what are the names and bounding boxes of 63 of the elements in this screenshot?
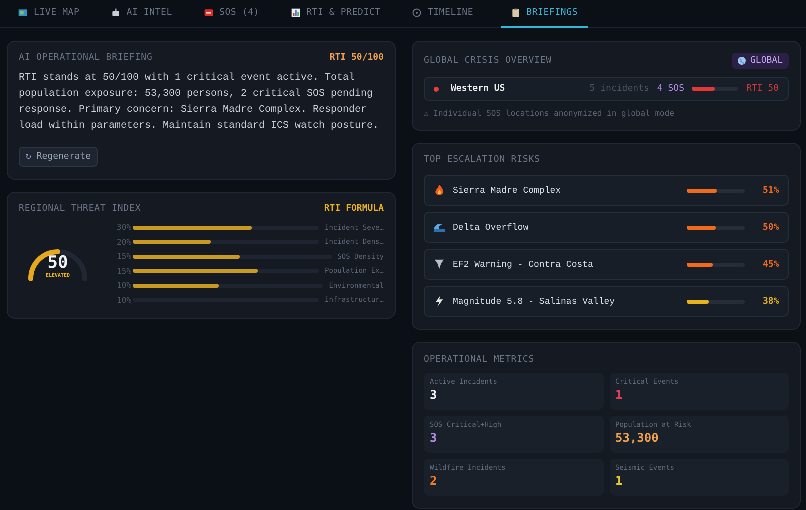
metric-value: 53,300: [616, 431, 660, 445]
card-title: TOP ESCALATION RISKS: [424, 155, 540, 165]
privacy-note: ⚠ Individual SOS locations anonymized in global mode: [424, 109, 676, 118]
global-badge: GLOBAL: [732, 53, 789, 69]
chart-icon: [290, 8, 301, 18]
factor-weight: 10%: [117, 296, 132, 305]
risk-bar: [687, 188, 745, 192]
incident-count: 5 incidents: [590, 84, 650, 94]
tab[interactable]: AI INTEL: [106, 0, 190, 28]
sos-icon: [204, 8, 214, 18]
risk-row[interactable]: Delta Overflow 50%: [424, 212, 789, 243]
rti-value: RTI 50: [746, 84, 779, 94]
card-title: GLOBAL CRISIS OVERVIEW: [424, 56, 552, 66]
risk-bar: [687, 262, 745, 266]
sos-count: 4 SOS: [657, 84, 684, 94]
flame-icon: [434, 185, 445, 196]
risk-row[interactable]: Sierra Madre Complex 51%: [424, 175, 789, 206]
clipboard-icon: [510, 8, 521, 18]
tornado-icon: [434, 259, 445, 270]
gauge-value: 50: [46, 254, 70, 272]
region-name: Western US: [451, 84, 506, 94]
globe-icon: [738, 57, 746, 65]
briefing-text: RTI stands at 50/100 with 1 critical event active. Total population exposure: 53,300 persons, 2 critical SOS pending response. Primary concern: Sierra Madre Complex. Responder load within parameters. Maintain standard ICS watch posture.: [19, 72, 380, 134]
metric-value: 3: [430, 431, 438, 445]
metric-value: 1: [616, 474, 624, 488]
region-row[interactable]: Western US 5 incidents 4 SOS RTI 50: [424, 77, 789, 101]
card-title: AI OPERATIONAL BRIEFING: [19, 53, 153, 63]
clock-icon: [412, 8, 422, 18]
robot-icon: [110, 8, 121, 18]
card-title: REGIONAL THREAT INDEX: [19, 204, 142, 214]
metric-value: 1: [616, 388, 624, 402]
card-title: OPERATIONAL METRICS: [424, 355, 535, 365]
tab[interactable]: TIMELINE: [408, 0, 491, 28]
metric-value: 3: [430, 388, 438, 402]
tab[interactable]: SOS (4): [200, 0, 277, 28]
risk-percent: 45%: [763, 260, 779, 270]
rti-score: RTI 50/100: [330, 53, 384, 63]
factor-weight: 20%: [117, 238, 132, 247]
lightning-icon: [434, 296, 445, 307]
risk-row[interactable]: Magnitude 5.8 - Salinas Valley 38%: [424, 286, 789, 317]
tab[interactable]: BRIEFINGS: [500, 0, 588, 28]
tab[interactable]: LIVE MAP: [14, 0, 97, 28]
metric-value: 2: [430, 474, 438, 488]
risk-percent: 38%: [763, 296, 779, 306]
risk-percent: 50%: [763, 222, 779, 232]
risk-name: Delta Overflow: [453, 222, 530, 232]
risk-percent: 51%: [763, 186, 779, 196]
risk-bar: [687, 226, 745, 230]
risk-row[interactable]: EF2 Warning - Contra Costa 45%: [424, 249, 789, 280]
formula-link[interactable]: RTI FORMULA: [324, 204, 384, 214]
risk-name: Magnitude 5.8 - Salinas Valley: [453, 296, 616, 306]
factor-weight: 10%: [117, 281, 132, 290]
rti-bar: [692, 87, 738, 91]
wave-icon: [434, 222, 445, 233]
factor-weight: 15%: [117, 252, 132, 262]
factor-weight: 15%: [117, 266, 132, 276]
factor-weight: 30%: [117, 223, 132, 232]
map-icon: [18, 8, 28, 18]
regenerate-button[interactable]: ↻ Regenerate: [19, 147, 98, 167]
risk-bar: [687, 300, 745, 304]
risk-name: EF2 Warning - Contra Costa: [453, 260, 594, 270]
tab[interactable]: RTI & PREDICT: [286, 0, 398, 28]
risk-name: Sierra Madre Complex: [453, 186, 562, 196]
